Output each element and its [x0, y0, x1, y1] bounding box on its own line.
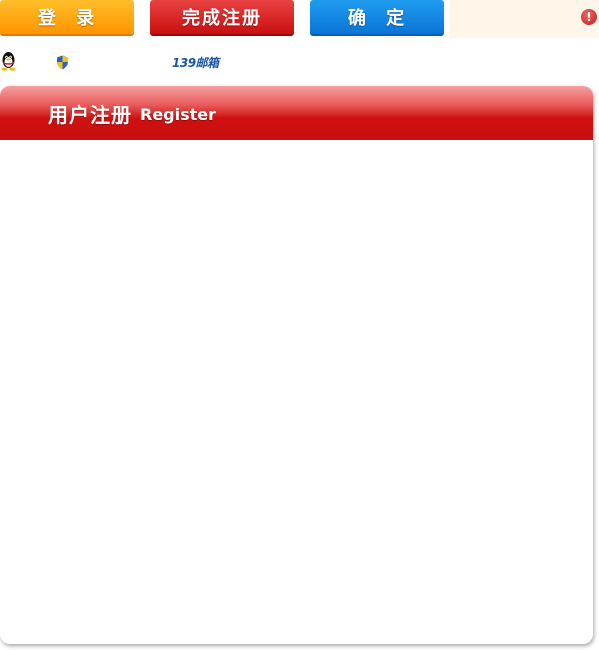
- page-title: 用户注册: [48, 102, 132, 127]
- panel-header: 用户注册 Register: [0, 86, 593, 140]
- qq-penguin-icon[interactable]: [0, 51, 17, 71]
- login-button[interactable]: 登 录: [0, 0, 134, 36]
- shield-icon[interactable]: [56, 55, 69, 70]
- page-subtitle: Register: [140, 105, 217, 124]
- finish-registration-button[interactable]: 完成注册: [150, 0, 294, 36]
- registration-panel: 用户注册 Register: [0, 86, 593, 644]
- error-message-box: !: [450, 0, 599, 38]
- error-icon: !: [581, 9, 597, 25]
- confirm-button[interactable]: 确 定: [310, 0, 444, 36]
- mail-139-link[interactable]: 139邮箱: [172, 54, 219, 71]
